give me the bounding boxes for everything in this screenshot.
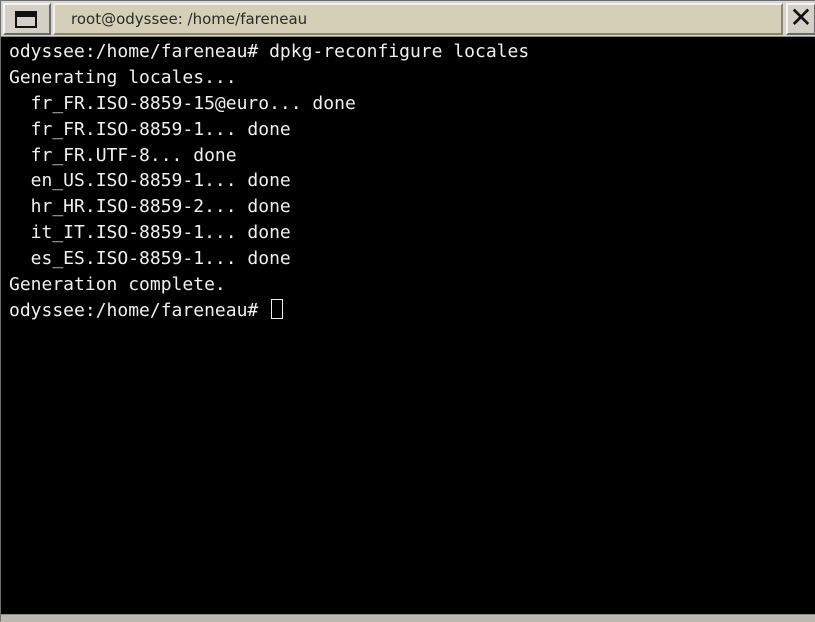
terminal-line: en_US.ISO-8859-1... done bbox=[9, 170, 291, 192]
text-cursor bbox=[271, 298, 284, 319]
terminal-line: hr_HR.ISO-8859-2... done bbox=[9, 196, 291, 218]
terminal-line: fr_FR.UTF-8... done bbox=[9, 144, 237, 166]
title-area[interactable]: root@odyssee: /home/fareneau bbox=[53, 3, 783, 35]
terminal-line: Generating locales... bbox=[9, 66, 237, 88]
window-title: root@odyssee: /home/fareneau bbox=[71, 10, 308, 28]
terminal-line: it_IT.ISO-8859-1... done bbox=[9, 222, 291, 244]
terminal-line: Generation complete. bbox=[9, 274, 226, 296]
terminal-window: root@odyssee: /home/fareneau ✕ odyssee:/… bbox=[0, 0, 815, 622]
terminal-line: es_ES.ISO-8859-1... done bbox=[9, 248, 291, 270]
close-icon: ✕ bbox=[789, 1, 813, 34]
terminal-output[interactable]: odyssee:/home/fareneau# dpkg-reconfigure… bbox=[1, 37, 815, 614]
terminal-line: odyssee:/home/fareneau# dpkg-reconfigure… bbox=[9, 41, 530, 62]
title-bar: root@odyssee: /home/fareneau ✕ bbox=[1, 1, 815, 37]
window-menu-button[interactable] bbox=[3, 3, 51, 35]
window-menu-icon bbox=[15, 11, 37, 28]
terminal-line: fr_FR.ISO-8859-15@euro... done bbox=[9, 92, 356, 114]
close-button[interactable]: ✕ bbox=[786, 3, 815, 35]
terminal-line: fr_FR.ISO-8859-1... done bbox=[9, 118, 291, 140]
shell-prompt: odyssee:/home/fareneau# bbox=[9, 299, 270, 321]
prompt-line: odyssee:/home/fareneau# bbox=[9, 298, 815, 324]
